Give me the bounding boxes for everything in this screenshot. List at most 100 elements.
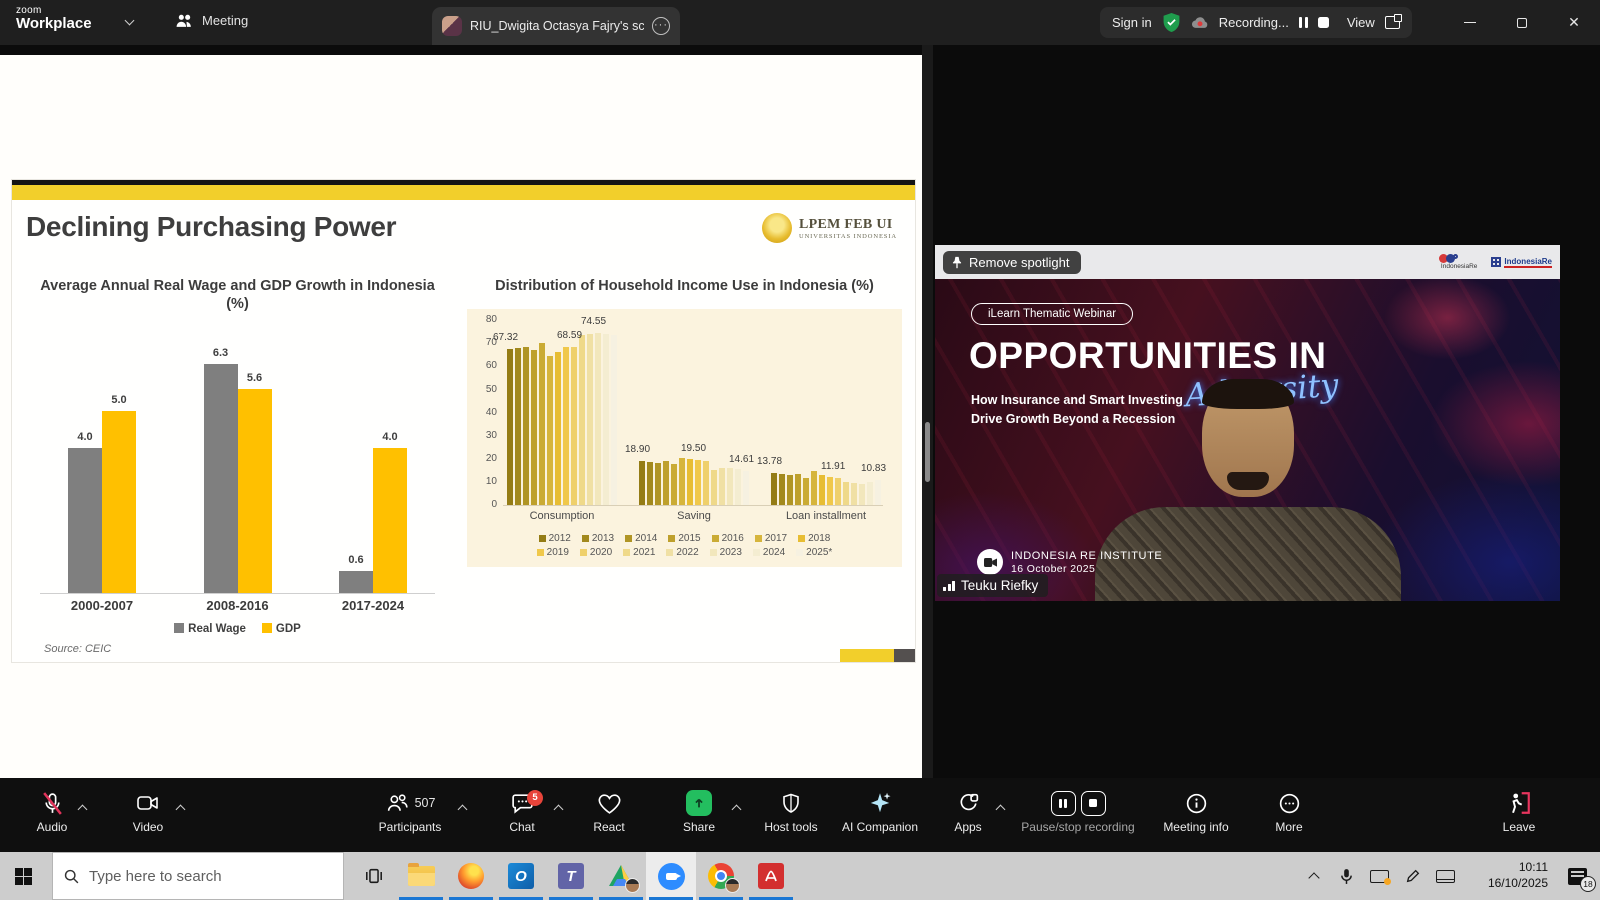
taskbar-search[interactable]	[52, 852, 344, 900]
taskbar-outlook[interactable]: O	[496, 852, 546, 900]
legend-item: 2024	[753, 547, 785, 558]
toolbar-meeting-info-button[interactable]: Meeting info	[1148, 788, 1244, 834]
recording-status: Recording...	[1219, 15, 1289, 30]
taskbar-clock[interactable]: 10:11 16/10/2025	[1462, 860, 1554, 891]
toolbar-share-button[interactable]: Share	[656, 788, 742, 834]
taskbar-chrome[interactable]	[696, 852, 746, 900]
pause-recording-button[interactable]	[1299, 17, 1308, 28]
toolbar-audio-button[interactable]: Audio	[16, 788, 88, 834]
participant-nametag: Teuku Riefky	[937, 574, 1048, 597]
leave-door-icon	[1506, 790, 1532, 816]
bar-2018	[555, 352, 561, 505]
legend-item: 2023	[710, 547, 742, 558]
tab-shared-screen[interactable]: RIU_Dwigita Octasya Fajry's scree ···	[432, 7, 680, 45]
tray-touchpad-icon[interactable]	[1429, 852, 1462, 900]
shield-icon	[779, 791, 803, 816]
webinar-org-block: INDONESIA RE INSTITUTE 16 October 2025	[977, 549, 1162, 575]
bar-value-label: 5.0	[111, 394, 126, 406]
stop-recording-button[interactable]	[1081, 791, 1106, 816]
tab-meeting-label: Meeting	[202, 13, 248, 28]
legend-item: 2015	[668, 533, 700, 544]
bar-2018	[819, 475, 825, 505]
indonesia-re-institute-label: IndonesiaRe	[1504, 257, 1552, 268]
bar-2017	[679, 458, 685, 505]
resize-handle[interactable]	[925, 422, 930, 482]
task-view-button[interactable]	[352, 852, 396, 900]
participant-name: Teuku Riefky	[961, 578, 1038, 593]
bar-2022	[587, 334, 593, 505]
taskbar-acrobat[interactable]	[746, 852, 796, 900]
apps-icon	[956, 791, 981, 816]
speaker-video: iLearn Thematic Webinar OPPORTUNITIES IN…	[935, 279, 1560, 601]
toolbar-video-button[interactable]: Video	[110, 788, 186, 834]
legend-item: 2025*	[796, 547, 832, 558]
tray-pen-icon[interactable]	[1396, 852, 1429, 900]
maximize-button[interactable]	[1496, 0, 1548, 45]
clock-date: 16/10/2025	[1462, 876, 1548, 892]
remove-spotlight-button[interactable]: Remove spotlight	[943, 251, 1081, 274]
toolbar-ai-companion-button[interactable]: AI Companion	[826, 788, 934, 834]
search-input[interactable]	[89, 868, 319, 885]
chat-options-chevron-icon[interactable]	[555, 800, 562, 818]
toolbar-host-tools-button[interactable]: Host tools	[748, 788, 834, 834]
participants-options-chevron-icon[interactable]	[459, 800, 466, 818]
pause-recording-button[interactable]	[1051, 791, 1076, 816]
view-layout-icon[interactable]	[1385, 16, 1400, 29]
toolbar-apps-button[interactable]: Apps	[930, 788, 1006, 834]
shared-screen: Declining Purchasing Power LPEM FEB UI U…	[0, 55, 922, 778]
tab-meeting[interactable]: Meeting	[175, 12, 248, 29]
bar-2023	[727, 468, 733, 505]
security-shield-icon[interactable]	[1162, 12, 1181, 33]
toolbar-leave-button[interactable]: Leave	[1484, 788, 1554, 834]
system-tray: 10:11 16/10/2025 18	[1297, 852, 1600, 900]
stop-recording-button[interactable]	[1318, 17, 1329, 28]
legend-item: 2016	[712, 533, 744, 544]
workspace-dropdown-chevron-icon[interactable]	[125, 16, 135, 26]
tray-expand-chevron-icon[interactable]	[1297, 852, 1330, 900]
toolbar-react-button[interactable]: React	[572, 788, 646, 834]
taskbar-teams[interactable]: T	[546, 852, 596, 900]
video-options-chevron-icon[interactable]	[177, 800, 184, 818]
avatar	[442, 16, 462, 36]
people-icon	[175, 12, 194, 29]
taskbar-zoom[interactable]	[646, 852, 696, 900]
bar-2018	[687, 459, 693, 505]
taskbar-file-explorer[interactable]	[396, 852, 446, 900]
x-category-label: Loan installment	[771, 510, 881, 522]
tray-microphone-icon[interactable]	[1330, 852, 1363, 900]
bar-2012	[507, 349, 513, 505]
household-income-chart: Distribution of Household Income Use in …	[467, 277, 902, 567]
toolbar-recording-controls[interactable]: Pause/stop recording	[1000, 788, 1156, 834]
indonesia-re-institute-logo: IndonesiaRe	[1491, 257, 1552, 268]
close-button[interactable]: ✕	[1548, 0, 1600, 45]
minimize-button[interactable]	[1444, 0, 1496, 45]
start-button[interactable]	[0, 852, 46, 900]
tray-display-icon[interactable]	[1363, 852, 1396, 900]
bar-2022	[719, 468, 725, 505]
chart-plot-area: 4.05.06.35.60.64.0	[40, 339, 435, 594]
bar-2016	[803, 478, 809, 505]
view-button[interactable]: View	[1347, 15, 1375, 30]
bar-2012	[771, 473, 777, 505]
bar-2023	[859, 484, 865, 505]
sign-in-button[interactable]: Sign in	[1112, 15, 1152, 30]
slide-title: Declining Purchasing Power	[26, 211, 396, 243]
video-header-strip: Remove spotlight IndonesiaRe IndonesiaRe	[935, 245, 1560, 279]
bar-2020	[571, 347, 577, 506]
share-options-chevron-icon[interactable]	[733, 800, 740, 818]
bar-value-label: 74.55	[581, 316, 606, 327]
audio-options-chevron-icon[interactable]	[79, 800, 86, 818]
toolbar-more-button[interactable]: More	[1250, 788, 1328, 834]
tab-options-icon[interactable]: ···	[652, 17, 670, 35]
toolbar-chat-button[interactable]: 5 Chat	[480, 788, 564, 834]
notification-center-button[interactable]: 18	[1554, 852, 1600, 900]
toolbar-participants-button[interactable]: 507 Participants	[352, 788, 468, 834]
chart-title: Distribution of Household Income Use in …	[467, 277, 902, 295]
bar-2025*	[743, 471, 749, 505]
taskbar-firefox[interactable]	[446, 852, 496, 900]
bar-real-wage: 6.3	[204, 364, 238, 594]
outlook-icon: O	[508, 863, 534, 889]
bar-group: 0.64.0	[339, 448, 407, 594]
panel-divider	[922, 45, 933, 778]
taskbar-google-drive[interactable]	[596, 852, 646, 900]
